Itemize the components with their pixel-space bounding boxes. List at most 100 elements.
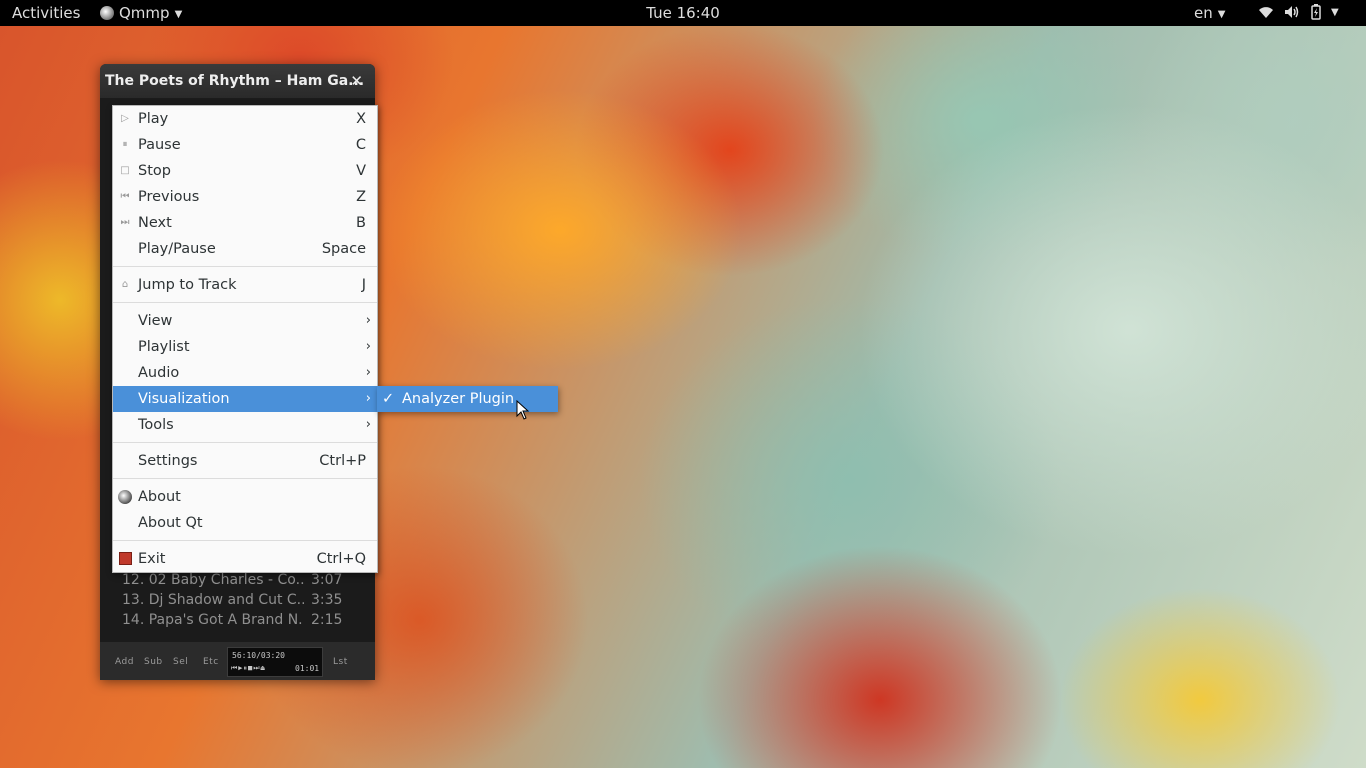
menu-item-shortcut: Space bbox=[321, 241, 366, 257]
menu-item-label: About Qt bbox=[138, 515, 203, 531]
jump-icon: ⌂ bbox=[121, 279, 129, 290]
menu-separator bbox=[113, 302, 377, 303]
menu-item-label: View bbox=[138, 313, 173, 329]
etc-button[interactable]: Etc bbox=[203, 657, 219, 667]
menu-item-label: Play/Pause bbox=[138, 241, 216, 257]
menu-item-playlist[interactable]: Playlist › bbox=[113, 334, 377, 360]
mini-display: 56:10/03:20 ⏮▶⏸■⏭⏏ 01:01 bbox=[227, 647, 323, 677]
menu-item-pause[interactable]: ⏸ Pause C bbox=[113, 132, 377, 158]
menu-item-label: Previous bbox=[138, 189, 200, 205]
track-title: 02 Baby Charles - Co... bbox=[148, 572, 304, 588]
menu-item-label: Play bbox=[138, 111, 169, 127]
menu-item-shortcut: V bbox=[356, 163, 366, 179]
menu-item-label: Visualization bbox=[138, 391, 230, 407]
menu-item-label: Playlist bbox=[138, 339, 190, 355]
menu-item-play-pause[interactable]: Play/Pause Space bbox=[113, 236, 377, 262]
menu-item-shortcut: X bbox=[356, 111, 366, 127]
menu-separator bbox=[113, 442, 377, 443]
menu-item-shortcut: Ctrl+Q bbox=[316, 551, 366, 567]
menu-item-tools[interactable]: Tools › bbox=[113, 412, 377, 438]
app-menu-button[interactable]: Qmmp ▼ bbox=[100, 4, 182, 22]
track-number: 14. bbox=[122, 612, 145, 628]
language-label: en bbox=[1194, 4, 1213, 22]
chevron-down-icon: ▼ bbox=[174, 9, 183, 20]
playlist-row[interactable]: 14. Papa's Got A Brand N... 2:15 bbox=[100, 610, 375, 630]
menu-item-jump-to-track[interactable]: ⌂ Jump to Track J bbox=[113, 272, 377, 298]
menu-item-next[interactable]: ⏭ Next B bbox=[113, 210, 377, 236]
menu-item-about[interactable]: About bbox=[113, 484, 377, 510]
qmmp-globe-icon bbox=[118, 490, 132, 504]
battery-icon bbox=[1311, 4, 1321, 20]
menu-item-settings[interactable]: Settings Ctrl+P bbox=[113, 448, 377, 474]
menu-item-label: About bbox=[138, 489, 181, 505]
chevron-right-icon: › bbox=[365, 365, 371, 380]
language-selector[interactable]: en ▼ bbox=[1194, 4, 1225, 22]
pause-icon: ⏸ bbox=[122, 139, 128, 150]
visualization-submenu: ✓ Analyzer Plugin bbox=[377, 386, 558, 412]
playlist-row[interactable]: 12. 02 Baby Charles - Co... 3:07 bbox=[100, 570, 375, 590]
close-icon[interactable]: ✕ bbox=[350, 64, 363, 98]
menu-item-play[interactable]: ▷ Play X bbox=[113, 106, 377, 132]
system-tray[interactable]: ▼ bbox=[1258, 4, 1339, 20]
sel-button[interactable]: Sel bbox=[173, 657, 188, 667]
menu-item-label: Jump to Track bbox=[138, 277, 237, 293]
chevron-right-icon: › bbox=[365, 339, 371, 354]
menu-separator bbox=[113, 266, 377, 267]
exit-icon bbox=[119, 552, 132, 565]
menu-item-audio[interactable]: Audio › bbox=[113, 360, 377, 386]
playlist: 12. 02 Baby Charles - Co... 3:07 13. Dj … bbox=[100, 570, 375, 630]
menu-item-about-qt[interactable]: About Qt bbox=[113, 510, 377, 536]
qmmp-app-icon bbox=[100, 6, 114, 20]
menu-item-shortcut: Z bbox=[356, 189, 366, 205]
menu-item-shortcut: J bbox=[361, 277, 366, 293]
chevron-down-icon: ▼ bbox=[1217, 9, 1226, 20]
activities-button[interactable]: Activities bbox=[12, 4, 80, 22]
add-button[interactable]: Add bbox=[115, 657, 134, 667]
qmmp-window-title: The Poets of Rhythm – Ham Ga... bbox=[105, 73, 365, 89]
track-title: Papa's Got A Brand N... bbox=[148, 612, 304, 628]
mini-transport-controls[interactable]: ⏮▶⏸■⏭⏏ bbox=[231, 664, 266, 673]
volume-icon bbox=[1285, 6, 1299, 18]
submenu-item-label: Analyzer Plugin bbox=[402, 391, 515, 407]
menu-item-label: Tools bbox=[138, 417, 174, 433]
menu-separator bbox=[113, 540, 377, 541]
menu-item-shortcut: Ctrl+P bbox=[319, 453, 366, 469]
menu-separator bbox=[113, 478, 377, 479]
sub-button[interactable]: Sub bbox=[144, 657, 163, 667]
menu-item-label: Exit bbox=[138, 551, 166, 567]
track-duration: 3:07 bbox=[311, 572, 343, 588]
checkmark-icon: ✓ bbox=[382, 391, 395, 407]
playlist-row[interactable]: 13. Dj Shadow and Cut C... 3:35 bbox=[100, 590, 375, 610]
menu-item-shortcut: C bbox=[355, 137, 366, 153]
menu-item-label: Stop bbox=[138, 163, 171, 179]
previous-icon: ⏮ bbox=[120, 191, 130, 202]
chevron-right-icon: › bbox=[365, 417, 371, 432]
menu-item-visualization[interactable]: Visualization › bbox=[113, 386, 377, 412]
menu-item-label: Pause bbox=[138, 137, 181, 153]
playlist-toolbar: Add Sub Sel Etc 56:10/03:20 ⏮▶⏸■⏭⏏ 01:01… bbox=[100, 642, 375, 680]
chevron-right-icon: › bbox=[365, 391, 371, 406]
track-duration: 3:35 bbox=[311, 592, 343, 608]
play-icon: ▷ bbox=[121, 113, 129, 124]
stop-icon: □ bbox=[120, 165, 130, 176]
menu-item-stop[interactable]: □ Stop V bbox=[113, 158, 377, 184]
app-menu-label: Qmmp bbox=[119, 4, 170, 22]
clock-container: Tue 16:40 bbox=[0, 4, 1366, 22]
menu-item-view[interactable]: View › bbox=[113, 308, 377, 334]
clock[interactable]: Tue 16:40 bbox=[646, 4, 720, 22]
track-number: 12. bbox=[122, 572, 145, 588]
qmmp-titlebar[interactable]: The Poets of Rhythm – Ham Ga... ✕ bbox=[100, 64, 375, 98]
menu-item-previous[interactable]: ⏮ Previous Z bbox=[113, 184, 377, 210]
system-menu-icon: ▼ bbox=[1331, 6, 1339, 18]
track-duration: 2:15 bbox=[311, 612, 343, 628]
menu-item-label: Settings bbox=[138, 453, 198, 469]
total-time: 56:10/03:20 bbox=[232, 651, 285, 660]
lst-button[interactable]: Lst bbox=[333, 657, 348, 667]
menu-item-shortcut: B bbox=[356, 215, 366, 231]
menu-item-label: Audio bbox=[138, 365, 180, 381]
menu-item-exit[interactable]: Exit Ctrl+Q bbox=[113, 546, 377, 572]
playback-position: 01:01 bbox=[295, 664, 320, 673]
top-bar: Activities Qmmp ▼ Tue 16:40 en ▼ ▼ bbox=[0, 0, 1366, 26]
track-title: Dj Shadow and Cut C... bbox=[148, 592, 304, 608]
track-number: 13. bbox=[122, 592, 145, 608]
